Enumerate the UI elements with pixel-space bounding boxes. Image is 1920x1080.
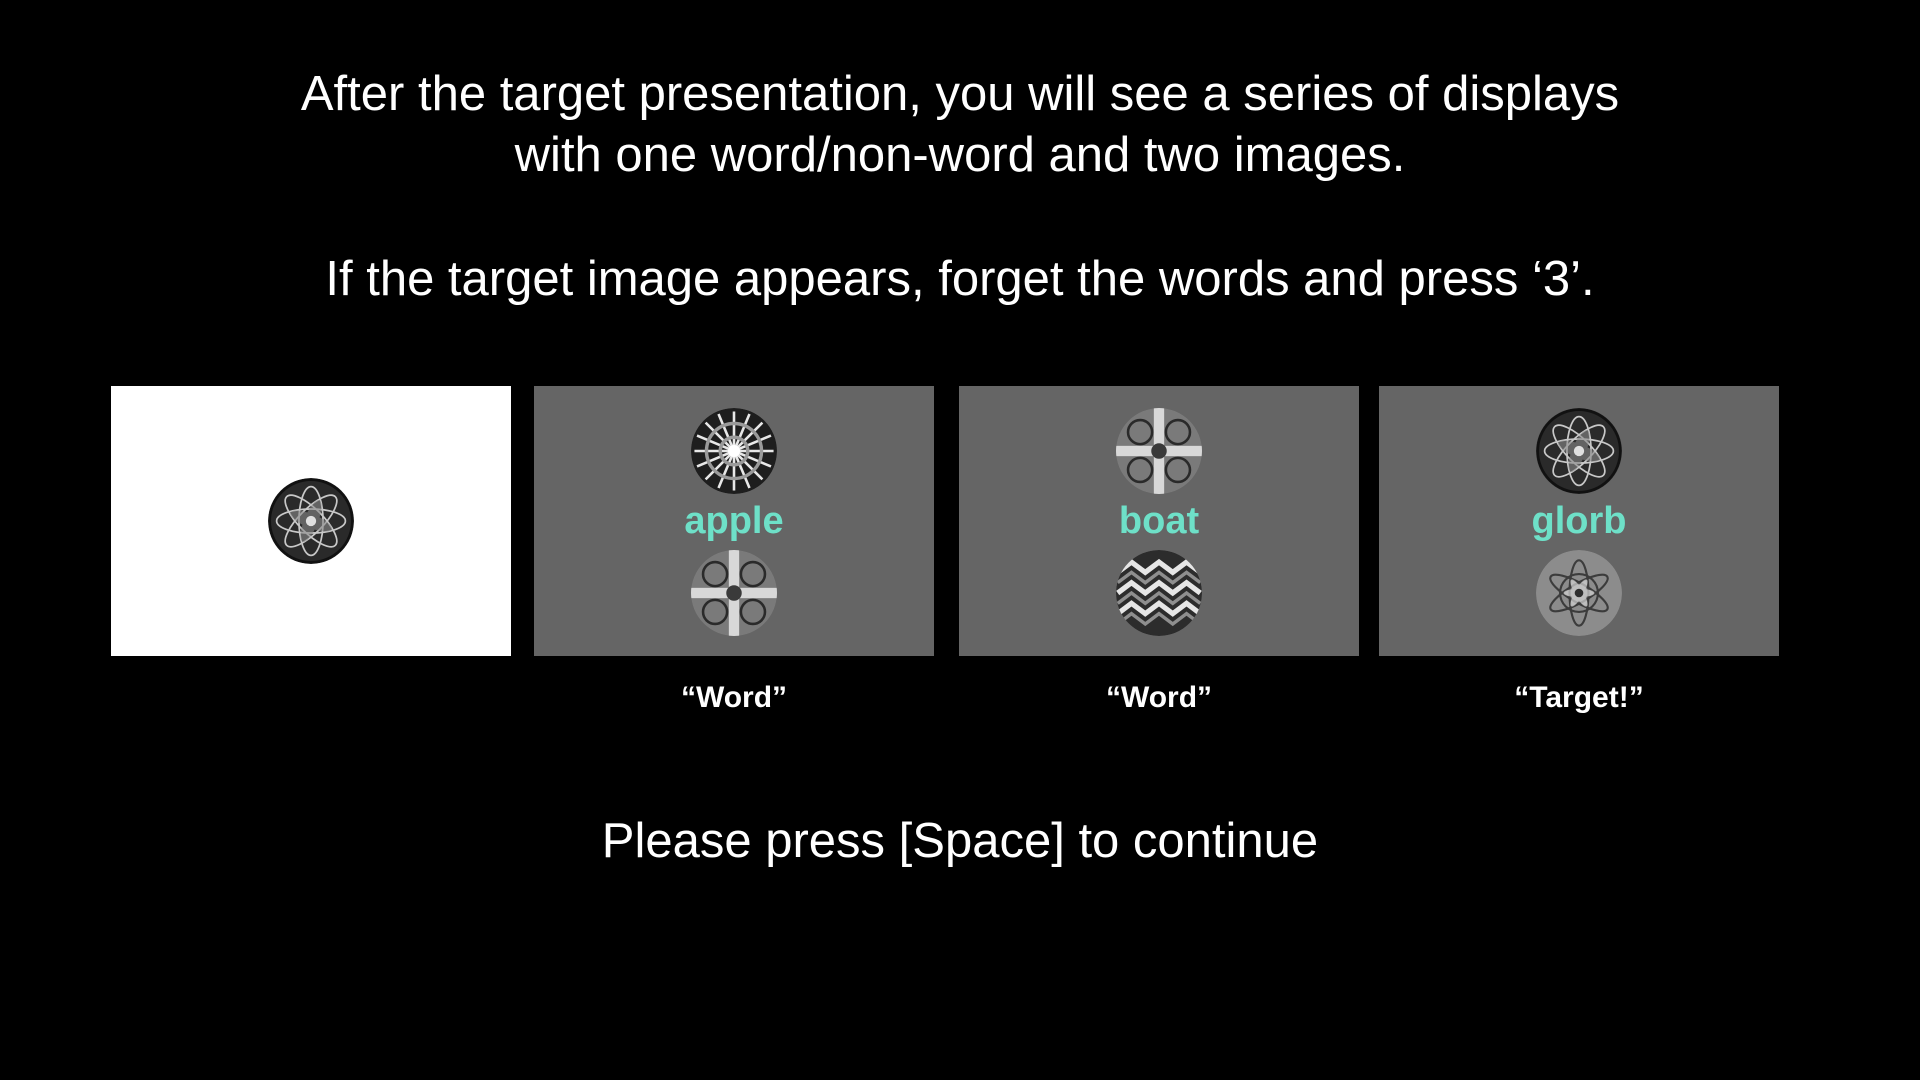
continue-prompt: Please press [Space] to continue: [601, 814, 1319, 868]
response-label: “Word”: [1105, 681, 1213, 714]
fractal-target-icon: [268, 478, 354, 564]
probe-word: apple: [684, 500, 784, 542]
instruction-line-1: After the target presentation, you will …: [300, 67, 1620, 121]
response-label: “Target!”: [1514, 681, 1644, 714]
probe-word: glorb: [1531, 500, 1627, 542]
response-label: “Word”: [680, 681, 788, 714]
probe-word: boat: [1118, 500, 1200, 542]
fractal-starburst-icon: [691, 408, 777, 494]
fractal-ornate-icon: [1536, 550, 1622, 636]
instruction-line-3: If the target image appears, forget the …: [325, 252, 1595, 306]
fractal-zigzag-icon: [1116, 550, 1202, 636]
instruction-line-2: with one word/non-word and two images.: [514, 128, 1406, 182]
trial-panel-apple: apple: [534, 386, 934, 656]
trial-panel-boat: boat: [959, 386, 1359, 656]
trial-panel-glorb: glorb: [1379, 386, 1779, 656]
fractal-cross-icon: [691, 550, 777, 636]
fractal-cross-icon: [1116, 408, 1202, 494]
target-presentation-panel: [111, 386, 511, 656]
fractal-target-icon: [1536, 408, 1622, 494]
